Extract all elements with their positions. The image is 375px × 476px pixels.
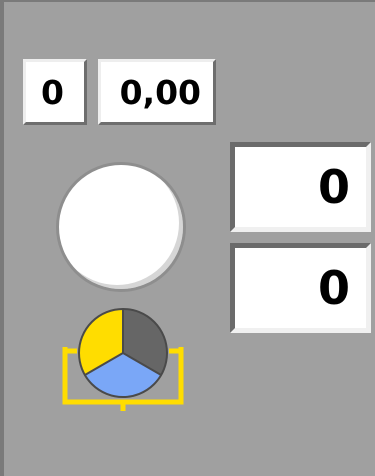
counter-display-small: 0	[23, 59, 87, 125]
counter-display-large-top: 0	[230, 142, 371, 232]
status-lamp-indicator	[56, 162, 186, 292]
mixer-pie-icon	[62, 308, 184, 411]
counter-display-decimal: 0,00	[98, 59, 216, 125]
counter-display-large-bottom: 0	[230, 243, 371, 333]
hmi-panel: 0 0,00 0 0	[0, 0, 375, 476]
